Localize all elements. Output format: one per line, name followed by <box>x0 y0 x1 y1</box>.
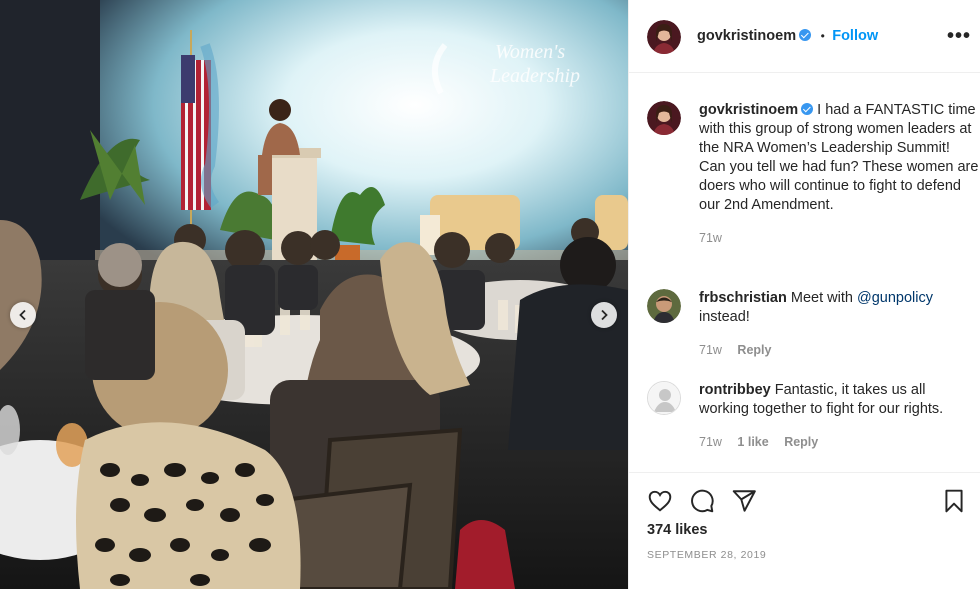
post-header: govkristinoem • Follow ••• <box>629 0 980 73</box>
caption-timestamp[interactable]: 71w <box>699 231 722 245</box>
chevron-left-icon <box>19 309 26 321</box>
more-options-icon[interactable]: ••• <box>947 26 971 46</box>
share-icon[interactable] <box>731 488 757 514</box>
banner-text-2: Leadership <box>489 65 580 87</box>
comment-item: frbschristian Meet with @gunpolicy inste… <box>647 289 977 359</box>
author-avatar[interactable] <box>647 20 681 54</box>
event-photo-image: Women's Leadership <box>0 0 628 589</box>
post-date[interactable]: SEPTEMBER 28, 2019 <box>647 549 766 561</box>
comment-likes-count[interactable]: 1 like <box>737 435 768 449</box>
reply-button[interactable]: Reply <box>737 343 771 357</box>
caption-username[interactable]: govkristinoem <box>699 102 798 118</box>
caption-text: I had a FANTASTIC time with this group o… <box>699 102 979 213</box>
heart-icon[interactable] <box>647 488 673 514</box>
post-photo[interactable]: Women's Leadership <box>0 0 628 589</box>
author-username[interactable]: govkristinoem <box>697 28 796 44</box>
caption-author-avatar[interactable] <box>647 101 681 135</box>
comment-timestamp[interactable]: 71w <box>699 435 722 449</box>
comment-mention-link[interactable]: @gunpolicy <box>857 290 933 306</box>
bookmark-icon[interactable] <box>941 488 967 514</box>
comment-username[interactable]: rontribbey <box>699 382 771 398</box>
commenter-avatar[interactable] <box>647 289 681 323</box>
commenter-avatar[interactable] <box>647 381 681 415</box>
post-details-panel: govkristinoem • Follow ••• govkristinoem… <box>628 0 980 589</box>
banner-text-1: Women's <box>495 41 565 63</box>
likes-count[interactable]: 374 likes <box>647 522 707 538</box>
comment-item: rontribbey Fantastic, it takes us all wo… <box>647 381 977 451</box>
follow-button[interactable]: Follow <box>832 28 878 44</box>
next-photo-button[interactable] <box>591 302 617 328</box>
previous-photo-button[interactable] <box>10 302 36 328</box>
comment-icon[interactable] <box>689 488 715 514</box>
verified-badge-icon <box>801 103 814 115</box>
post-caption: govkristinoem I had a FANTASTIC time wit… <box>647 101 979 271</box>
reply-button[interactable]: Reply <box>784 435 818 449</box>
header-separator: • <box>820 29 825 43</box>
post-actions-bar: 374 likes SEPTEMBER 28, 2019 <box>629 472 980 589</box>
comment-timestamp[interactable]: 71w <box>699 343 722 357</box>
comment-text: Meet with <box>790 290 857 306</box>
comment-username[interactable]: frbschristian <box>699 290 787 306</box>
verified-badge-icon <box>799 29 812 41</box>
chevron-right-icon <box>601 309 608 321</box>
comment-text-continued: instead! <box>699 309 750 325</box>
